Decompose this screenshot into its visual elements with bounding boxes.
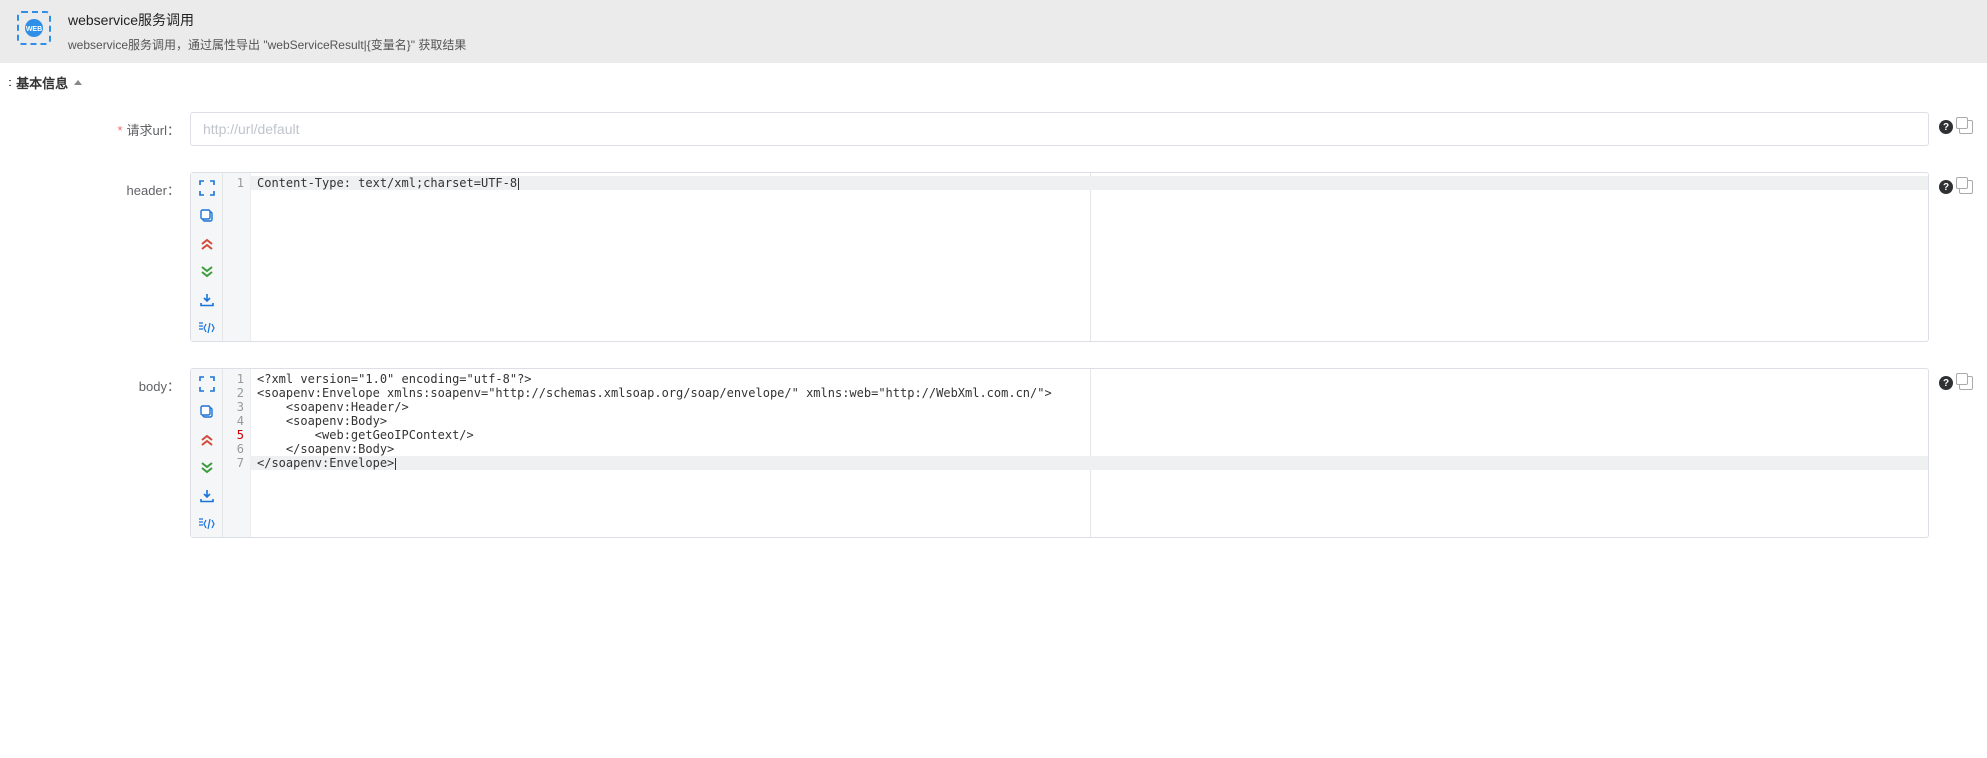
- line-number[interactable]: 5: [223, 428, 250, 442]
- row-url: *请求url： ?: [10, 112, 1977, 146]
- svg-text:WEB: WEB: [26, 26, 42, 33]
- line-number[interactable]: 2: [223, 386, 250, 400]
- code-line[interactable]: Content-Type: text/xml;charset=UTF-8: [251, 176, 1928, 190]
- code-line[interactable]: <soapenv:Header/>: [251, 400, 1928, 414]
- row-header: header：: [10, 172, 1977, 342]
- page-title: webservice服务调用: [68, 10, 466, 30]
- body-code-editor[interactable]: 1234567 <?xml version="1.0" encoding="ut…: [190, 368, 1929, 538]
- copy-icon[interactable]: [198, 207, 216, 225]
- double-down-icon[interactable]: [198, 263, 216, 281]
- section-header-basic[interactable]: :: 基本信息: [0, 63, 1987, 102]
- help-icon[interactable]: ?: [1939, 376, 1953, 390]
- line-number[interactable]: 3: [223, 400, 250, 414]
- chevron-up-icon: [74, 80, 82, 85]
- help-icon[interactable]: ?: [1939, 180, 1953, 194]
- double-up-icon[interactable]: [198, 431, 216, 449]
- section-title: 基本信息: [16, 73, 68, 92]
- code-line[interactable]: </soapenv:Body>: [251, 442, 1928, 456]
- drag-handle-icon: ::: [8, 77, 10, 89]
- required-star-icon: *: [117, 123, 122, 138]
- duplicate-icon[interactable]: [1959, 120, 1973, 134]
- line-number[interactable]: 6: [223, 442, 250, 456]
- line-number[interactable]: 1: [223, 372, 250, 386]
- double-up-icon[interactable]: [198, 235, 216, 253]
- label-url: *请求url：: [10, 112, 190, 139]
- code-line[interactable]: <?xml version="1.0" encoding="utf-8"?>: [251, 372, 1928, 386]
- download-icon[interactable]: [198, 291, 216, 309]
- editor-toolbar: [191, 173, 223, 341]
- fullscreen-icon[interactable]: [198, 375, 216, 393]
- format-code-icon[interactable]: [198, 515, 216, 533]
- format-code-icon[interactable]: [198, 319, 216, 337]
- code-line[interactable]: </soapenv:Envelope>: [251, 456, 1928, 470]
- download-icon[interactable]: [198, 487, 216, 505]
- copy-icon[interactable]: [198, 403, 216, 421]
- line-number[interactable]: 7: [223, 456, 250, 470]
- help-icon[interactable]: ?: [1939, 120, 1953, 134]
- line-number[interactable]: 1: [223, 176, 250, 190]
- code-line[interactable]: <web:getGeoIPContext/>: [251, 428, 1928, 442]
- row-body: body：: [10, 368, 1977, 538]
- web-logo-icon: WEB: [16, 10, 52, 46]
- line-number[interactable]: 4: [223, 414, 250, 428]
- page-subtitle: webservice服务调用，通过属性导出 "webServiceResult|…: [68, 36, 466, 53]
- label-header: header：: [10, 172, 190, 199]
- code-line[interactable]: <soapenv:Body>: [251, 414, 1928, 428]
- url-input[interactable]: [190, 112, 1929, 146]
- duplicate-icon[interactable]: [1959, 376, 1973, 390]
- header-code-editor[interactable]: 1 Content-Type: text/xml;charset=UTF-8: [190, 172, 1929, 342]
- editor-toolbar: [191, 369, 223, 537]
- label-body: body：: [10, 368, 190, 395]
- duplicate-icon[interactable]: [1959, 180, 1973, 194]
- fullscreen-icon[interactable]: [198, 179, 216, 197]
- double-down-icon[interactable]: [198, 459, 216, 477]
- page-header: WEB webservice服务调用 webservice服务调用，通过属性导出…: [0, 0, 1987, 63]
- form-area: *请求url： ? header：: [0, 102, 1987, 604]
- code-line[interactable]: <soapenv:Envelope xmlns:soapenv="http://…: [251, 386, 1928, 400]
